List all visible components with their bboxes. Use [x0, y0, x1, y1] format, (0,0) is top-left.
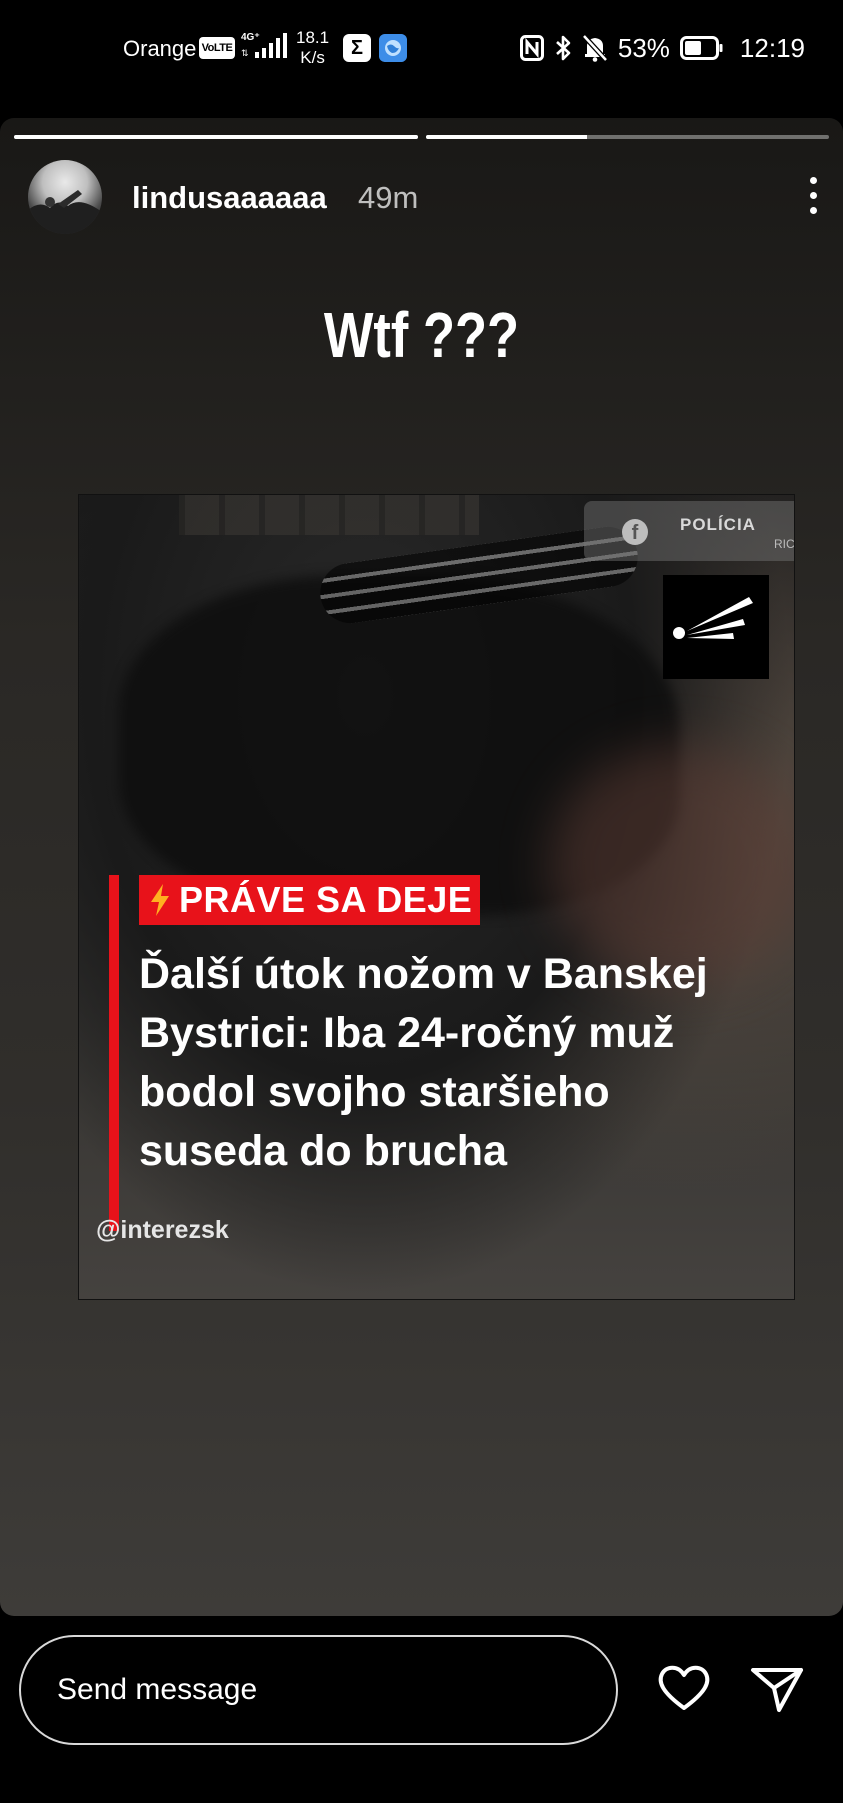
more-vertical-icon [809, 206, 817, 214]
story-header: lindusaaaaaa 49m [28, 160, 828, 236]
news-headline: Ďalší útok nožom v Banskej Bystrici: Iba… [139, 950, 708, 1175]
breaking-news-tag: PRÁVE SA DEJE [139, 875, 481, 925]
more-options-button[interactable] [798, 170, 828, 220]
progress-fill [425, 135, 587, 139]
lightning-icon [151, 884, 169, 916]
sigma-app-icon: Σ [343, 34, 371, 62]
mention-sticker[interactable]: @interezsk [96, 1216, 229, 1245]
story-progress-segment [425, 135, 829, 139]
send-message-placeholder: Send message [57, 1673, 258, 1706]
breaking-news-label: PRÁVE SA DEJE [179, 879, 473, 920]
story-viewer[interactable]: lindusaaaaaa 49m Wtf ??? f POLÍCIA RICK [0, 118, 843, 1616]
more-vertical-icon [809, 176, 817, 184]
paper-plane-icon[interactable] [747, 1658, 807, 1718]
post-age: 49m [358, 180, 419, 215]
source-badge: f POLÍCIA RICK [584, 501, 794, 561]
shared-post[interactable]: f POLÍCIA RICK PRÁVE SA DEJE Ďalší útok … [78, 494, 795, 1300]
signal-icon: 4G⁺ ⇅ [241, 32, 287, 58]
story-progress [14, 135, 829, 139]
send-message-input[interactable]: Send message [19, 1635, 618, 1745]
heart-icon[interactable] [654, 1658, 714, 1718]
svg-text:4G⁺: 4G⁺ [241, 32, 260, 43]
volte-badge: VoLTE [199, 37, 235, 59]
battery-percent: 53% [617, 32, 670, 63]
source-badge-label: POLÍCIA [680, 515, 756, 534]
globe-app-icon [379, 34, 407, 62]
network-speed: 18.1 K/s [296, 28, 329, 68]
accent-bar [109, 875, 119, 1231]
interez-logo-icon [663, 575, 769, 679]
status-bar: Orange VoLTE 4G⁺ ⇅ 18.1 K/s Σ 53% 12:19 [0, 0, 843, 100]
carrier-name: Orange [123, 36, 197, 61]
story-caption: Wtf ??? [323, 299, 520, 371]
more-vertical-icon [809, 191, 817, 199]
speed-value: 18.1 [296, 28, 330, 47]
username[interactable]: lindusaaaaaa [132, 180, 327, 216]
bell-muted-icon [582, 34, 608, 62]
story-progress-segment [14, 135, 418, 139]
bluetooth-icon [555, 35, 571, 61]
clock: 12:19 [739, 32, 805, 63]
avatar[interactable] [28, 160, 102, 234]
facebook-icon: f [622, 519, 648, 545]
battery-icon [679, 36, 723, 60]
avatar-photo-icon [28, 190, 102, 234]
progress-fill [14, 135, 418, 139]
nfc-icon [519, 35, 544, 61]
svg-text:⇅: ⇅ [241, 48, 249, 58]
speed-unit: K/s [300, 48, 325, 67]
source-badge-sublabel: RICK [774, 537, 795, 551]
post-photo-detail [179, 495, 479, 535]
